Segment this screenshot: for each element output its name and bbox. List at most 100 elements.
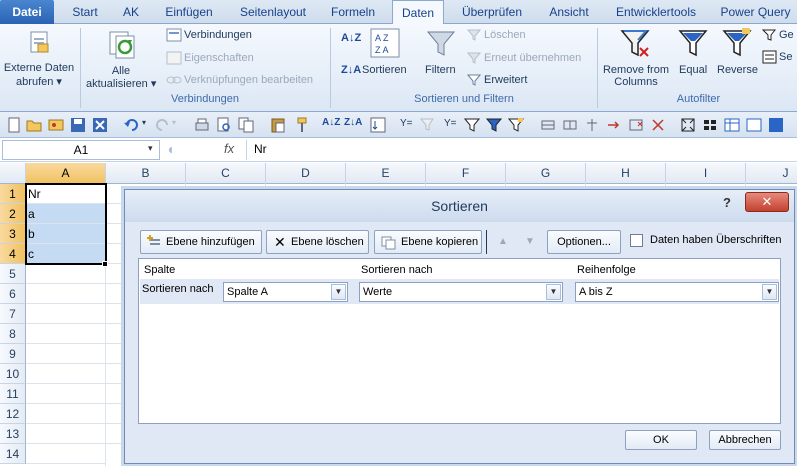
close-button[interactable]: ✕ — [745, 192, 789, 212]
blue-square-icon[interactable] — [768, 117, 784, 133]
row-header-9[interactable]: 9 — [0, 344, 26, 364]
cell-a14[interactable] — [26, 444, 105, 464]
row-header-2[interactable]: 2 — [0, 204, 26, 224]
row-header-6[interactable]: 6 — [0, 284, 26, 304]
headers-checkbox-label[interactable]: Daten haben Überschriften — [650, 234, 781, 246]
advanced-filter-button[interactable]: Erweitert — [484, 74, 527, 86]
tree-icon[interactable] — [584, 117, 600, 133]
chevron-down-icon[interactable]: ▼ — [331, 284, 346, 300]
dialog-title-bar[interactable]: Sortieren ? ✕ — [125, 190, 794, 222]
cell-a8[interactable] — [26, 324, 105, 344]
filter-reverse-qat-icon[interactable] — [508, 117, 524, 133]
order-select[interactable]: A bis Z ▼ — [575, 282, 779, 302]
connections-icon[interactable] — [166, 28, 182, 42]
column-header-d[interactable]: D — [266, 163, 346, 184]
row-header-11[interactable]: 11 — [0, 384, 26, 404]
column-header-g[interactable]: G — [506, 163, 586, 184]
row-header-14[interactable]: 14 — [0, 444, 26, 464]
sort-az-button[interactable]: A↓Z — [341, 32, 361, 44]
cell-a7[interactable] — [26, 304, 105, 324]
sort-dialog-icon[interactable]: A Z Z A — [370, 28, 400, 58]
paste-icon[interactable] — [270, 117, 286, 133]
tab-daten[interactable]: Daten — [392, 0, 444, 25]
column-header-b[interactable]: B — [106, 163, 186, 184]
cell-a10[interactable] — [26, 364, 105, 384]
row-header-5[interactable]: 5 — [0, 264, 26, 284]
undo-icon[interactable] — [124, 117, 140, 133]
filter-blue-icon[interactable] — [486, 117, 502, 133]
insert-function-icon[interactable]: fx — [224, 141, 234, 156]
table-icon[interactable] — [724, 117, 740, 133]
get-data-icon[interactable] — [762, 28, 778, 42]
save-as-icon[interactable] — [92, 117, 108, 133]
tab-power-query[interactable]: Power Query — [714, 0, 797, 24]
print-icon[interactable] — [194, 117, 210, 133]
row-header-12[interactable]: 12 — [0, 404, 26, 424]
remove-from-columns-label2[interactable]: Columns — [600, 76, 672, 88]
chevron-down-icon[interactable]: ▼ — [546, 284, 561, 300]
delete-rows-icon[interactable] — [650, 117, 666, 133]
fit-icon[interactable] — [680, 117, 696, 133]
row-header-10[interactable]: 10 — [0, 364, 26, 384]
cancel-button[interactable]: Abbrechen — [709, 430, 781, 450]
sort-asc-qat-icon[interactable]: A↓Z — [322, 117, 340, 128]
row-header-4[interactable]: 4 — [0, 244, 26, 264]
filter-qat-icon[interactable] — [464, 117, 480, 133]
row-header-13[interactable]: 13 — [0, 424, 26, 444]
new-file-icon[interactable] — [6, 117, 22, 133]
headers-checkbox[interactable] — [630, 234, 643, 247]
cell-a6[interactable] — [26, 284, 105, 304]
tab-einfuegen[interactable]: Einfügen — [156, 0, 222, 24]
cell-a5[interactable] — [26, 264, 105, 284]
column-header-i[interactable]: I — [666, 163, 746, 184]
cell-a12[interactable] — [26, 404, 105, 424]
cell-a11[interactable] — [26, 384, 105, 404]
open-folder-icon[interactable] — [26, 117, 42, 133]
tab-datei[interactable]: Datei — [0, 0, 54, 24]
column-select[interactable]: Spalte A ▼ — [223, 282, 348, 302]
ok-button[interactable]: OK — [625, 430, 697, 450]
remove-from-columns-icon[interactable] — [620, 28, 650, 58]
row-header-7[interactable]: 7 — [0, 304, 26, 324]
refresh-all-label[interactable]: Alle — [96, 65, 146, 77]
name-box[interactable]: A1 — [2, 140, 160, 160]
equal-filter-icon[interactable] — [678, 28, 708, 58]
group-icon[interactable] — [540, 117, 556, 133]
help-icon[interactable]: ? — [723, 195, 731, 210]
column-header-j[interactable]: J — [746, 163, 797, 184]
undo-dropdown-icon[interactable]: ▾ — [142, 118, 146, 127]
name-box-dropdown-icon[interactable]: ▾ — [148, 143, 153, 154]
get-data-cut-label[interactable]: Ge — [779, 29, 794, 41]
sort-za-button[interactable]: Z↓A — [341, 64, 361, 76]
tab-ak[interactable]: AK — [114, 0, 148, 24]
open-image-icon[interactable] — [48, 117, 64, 133]
chevron-down-icon[interactable]: ▼ — [762, 284, 777, 300]
sort-button-label[interactable]: Sortieren — [362, 64, 407, 76]
tab-ueberpruefen[interactable]: Überprüfen — [452, 0, 532, 24]
ungroup-icon[interactable] — [562, 117, 578, 133]
select-all-corner[interactable] — [0, 163, 26, 184]
copy-level-button[interactable]: Ebene kopieren — [374, 230, 482, 254]
filter-y2-icon[interactable]: Y= — [444, 118, 457, 129]
tab-seitenlayout[interactable]: Seitenlayout — [230, 0, 316, 24]
advanced-filter-icon[interactable] — [467, 74, 481, 86]
sort-desc-qat-icon[interactable]: Z↓A — [344, 117, 362, 128]
tab-ansicht[interactable]: Ansicht — [540, 0, 598, 24]
column-header-h[interactable]: H — [586, 163, 666, 184]
tab-entwicklertools[interactable]: Entwicklertools — [606, 0, 706, 24]
external-data-label2[interactable]: abrufen ▾ — [0, 75, 78, 88]
format-painter-icon[interactable] — [292, 117, 308, 133]
print-preview-icon[interactable] — [216, 117, 232, 133]
column-header-a[interactable]: A — [26, 163, 106, 184]
delete-cols-icon[interactable] — [628, 117, 644, 133]
row-header-3[interactable]: 3 — [0, 224, 26, 244]
fill-handle[interactable] — [102, 261, 108, 267]
external-data-label[interactable]: Externe Daten — [0, 62, 78, 74]
filter-button-label[interactable]: Filtern — [425, 64, 456, 76]
reverse-filter-icon[interactable] — [722, 28, 752, 58]
column-header-e[interactable]: E — [346, 163, 426, 184]
formula-input[interactable]: Nr — [254, 142, 267, 156]
sort-on-select[interactable]: Werte ▼ — [359, 282, 563, 302]
filter-icon[interactable] — [426, 28, 456, 58]
delete-level-button[interactable]: ✕ Ebene löschen — [266, 230, 369, 254]
